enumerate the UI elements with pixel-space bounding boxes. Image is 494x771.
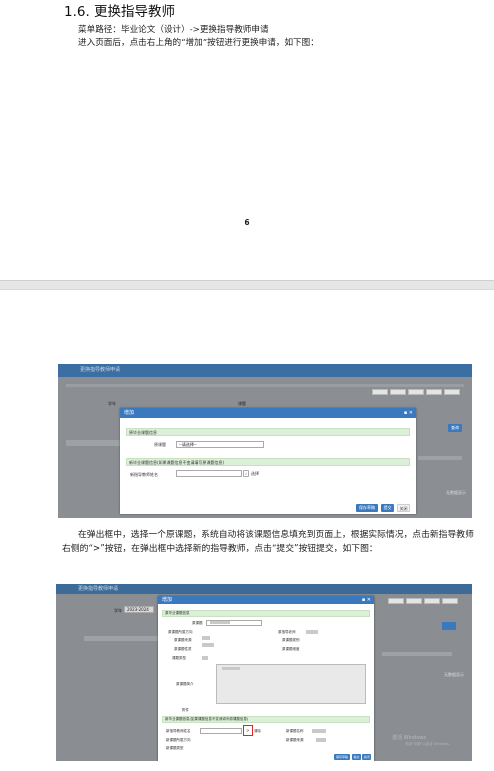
close-icon[interactable]: ▪ ✕ (404, 408, 413, 418)
side-query-button[interactable]: 查询 (448, 424, 462, 432)
edit-button[interactable] (390, 389, 406, 395)
page-separator (0, 280, 494, 290)
document-page-1: 1.6. 更换指导教师 菜单路径：毕业论文（设计）->更换指导教师申请 进入页面… (0, 0, 494, 280)
section-original-band: 原毕业课题信息 (126, 428, 410, 436)
app-title-bar: 更换指导教师申请 (58, 364, 472, 377)
query-button[interactable] (426, 389, 442, 395)
label-new-teacher: 新指导教师姓名 (166, 729, 191, 733)
section-new-title: 新毕业课题信息(如果课题信息不变请填写原课题信息) (129, 460, 225, 465)
filter-label-year: 学年 (108, 401, 116, 406)
label-new-topic: 新课题名称 (286, 729, 304, 733)
menu-path-text: 菜单路径：毕业论文（设计）->更换指导教师申请 (78, 25, 269, 35)
screenshot-new-teacher-dialog: 更换指导教师申请 学年 2023-2024 无数据显示 激活 Windows 转… (56, 584, 472, 761)
label-original-nature: 原课题性质 (174, 647, 192, 651)
original-teacher-value (306, 630, 318, 634)
new-source-value (316, 738, 326, 742)
label-new-source: 新课题来源 (286, 738, 304, 742)
windows-watermark-title: 激活 Windows (392, 735, 426, 741)
windows-watermark-subtitle: 转到"设置"以激活 Windows。 (405, 742, 452, 746)
original-source-value (202, 643, 214, 647)
document-page-2: 更换指导教师申请 学年 课题 查询 无数据显示 增加 ▪ ✕ 原毕业课题信息 原… (0, 290, 494, 771)
save-draft-button-2[interactable]: 保存草稿 (334, 754, 350, 760)
add-button-2[interactable] (388, 598, 404, 604)
dialog-title: 增加 (124, 410, 135, 416)
label-original-desc: 原课题简介 (176, 682, 194, 686)
save-draft-button[interactable]: 保存草稿 (356, 504, 378, 512)
new-teacher-input-2[interactable] (200, 728, 242, 734)
original-topic-value (210, 621, 230, 624)
label-original-direction: 原课题所属方向 (168, 630, 193, 634)
section-original-band-2: 原毕业课题信息 (162, 610, 370, 617)
section-heading: 1.6. 更换指导教师 (64, 4, 176, 20)
close-button-2[interactable]: 关闭 (362, 754, 371, 760)
dialog-header-2: 增加 ▪ ✕ (158, 596, 374, 604)
section-new-band-2: 新毕业课题信息(如果课题信息不变请填写原课题信息) (162, 716, 370, 723)
original-topic-label: 原课题 (154, 442, 166, 447)
submit-button-2[interactable]: 提交 (352, 754, 361, 760)
page-header-row (66, 384, 464, 387)
pick-teacher-button-2[interactable]: > (246, 728, 249, 733)
new-teacher-label: 新指导教师姓名 (130, 472, 158, 477)
section-original-title-2: 原毕业课题信息 (165, 611, 190, 615)
select-value: --请选择-- (179, 442, 197, 447)
filter-label-topic: 课题 (238, 401, 246, 406)
label-original-category: 原课题类别 (282, 638, 300, 642)
app-title-bar-2: 更换指导教师申请 (56, 584, 472, 594)
original-desc-textarea[interactable] (216, 664, 366, 704)
pick-teacher-button[interactable]: › (243, 470, 249, 477)
year-label: 学年 (114, 608, 122, 613)
instruction-paragraph: 在弹出框中，选择一个原课题，系统自动将该课题信息填充到页面上，根据实际情况，点击… (62, 530, 474, 554)
table-header-right (418, 456, 462, 460)
screenshot-add-dialog: 更换指导教师申请 学年 课题 查询 无数据显示 增加 ▪ ✕ 原毕业课题信息 原… (58, 364, 472, 518)
table-header (66, 440, 120, 446)
year-value: 2023-2024 (127, 607, 149, 612)
add-button[interactable] (372, 389, 388, 395)
original-direction-value (202, 636, 210, 640)
refresh-button[interactable] (444, 389, 460, 395)
close-button[interactable]: 关闭 (397, 504, 410, 512)
section-new-band: 新毕业课题信息(如果课题信息不变请填写原课题信息) (126, 458, 410, 466)
label-original-source: 原课题来源 (174, 638, 192, 642)
delete-button-2[interactable] (424, 598, 440, 604)
section-original-title: 原毕业课题信息 (129, 430, 157, 435)
table-empty-text: 无数据显示 (446, 490, 466, 495)
table-header-2-right (382, 652, 452, 656)
dialog-header: 增加 ▪ ✕ (120, 408, 416, 418)
topic-type-value (202, 656, 208, 660)
clear-teacher-label: 清除 (254, 729, 261, 733)
page-number: 6 (244, 218, 250, 227)
table-empty-text-2: 无数据显示 (444, 672, 464, 677)
submit-button[interactable]: 提交 (381, 504, 394, 512)
label-original-topic: 原课题 (192, 621, 203, 625)
label-new-direction: 新课题所属方向 (166, 738, 191, 742)
pick-teacher-label: 选择 (251, 471, 259, 476)
close-icon-2[interactable]: ▪ ✕ (362, 596, 371, 604)
year-select[interactable]: 2023-2024 (124, 606, 154, 613)
label-new-type: 新课题类型 (166, 746, 184, 750)
label-topic-type: 课题类型 (172, 656, 186, 660)
add-dialog-2: 增加 ▪ ✕ 原毕业课题信息 原课题 原课题所属方向 原指导老师 原课题来源 原… (158, 596, 374, 761)
new-topic-value (312, 729, 326, 733)
label-attachment: 附件 (182, 708, 189, 712)
original-desc-value (222, 667, 240, 670)
add-dialog: 增加 ▪ ✕ 原毕业课题信息 原课题 --请选择-- 新毕业课题信息(如果课题信… (120, 408, 416, 514)
query-button-2[interactable] (442, 598, 458, 604)
side-query-button-2[interactable] (442, 622, 456, 630)
section-new-title-2: 新毕业课题信息(如果课题信息不变请填写原课题信息) (165, 717, 249, 721)
original-topic-select[interactable]: --请选择-- (176, 441, 264, 448)
toolbar-2 (388, 598, 458, 604)
toolbar (372, 389, 460, 395)
new-teacher-input[interactable] (176, 470, 242, 477)
delete-button[interactable] (408, 389, 424, 395)
dialog-title-2: 增加 (162, 597, 173, 603)
table-header-2 (84, 636, 160, 641)
label-original-teacher: 原指导老师 (278, 630, 296, 634)
edit-button-2[interactable] (406, 598, 422, 604)
intro-text: 进入页面后，点击右上角的“增加”按钮进行更换申请，如下图： (78, 38, 319, 48)
label-original-difficulty: 原课题难度 (282, 647, 300, 651)
